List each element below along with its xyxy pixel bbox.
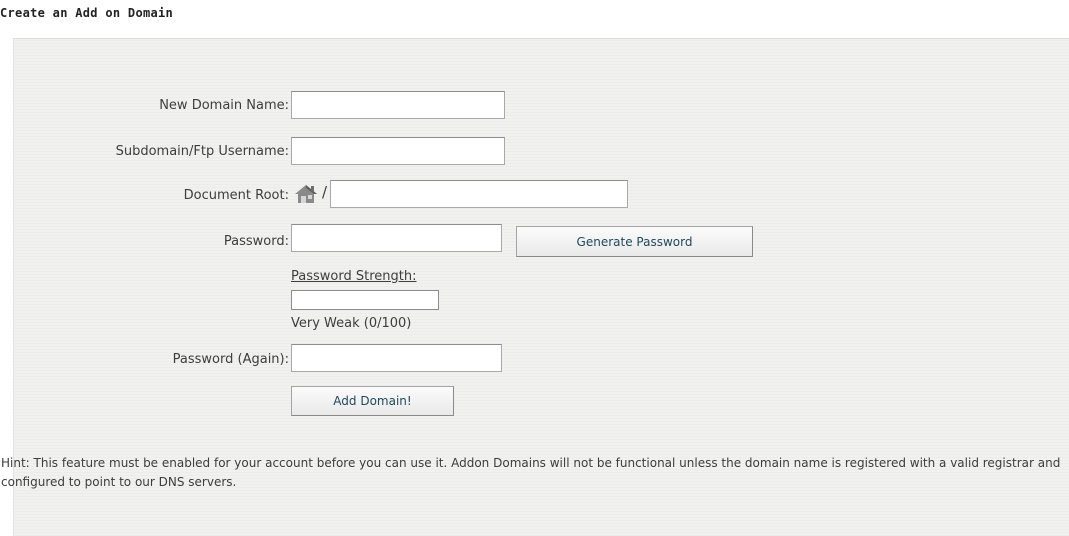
page-title: Create an Add on Domain	[0, 6, 174, 20]
password-strength-text: Very Weak (0/100)	[291, 316, 412, 331]
new-domain-input[interactable]	[291, 91, 505, 119]
password-strength-label: Password Strength:	[291, 269, 417, 284]
document-root-label: Document Root:	[183, 188, 289, 203]
password-strength-meter	[291, 290, 439, 310]
password-again-input[interactable]	[291, 344, 502, 372]
subdomain-input[interactable]	[291, 137, 505, 165]
hint-text: Hint: This feature must be enabled for y…	[1, 456, 1061, 489]
document-root-prefix: /	[322, 183, 328, 201]
document-root-input[interactable]	[330, 180, 628, 208]
new-domain-label: New Domain Name:	[159, 98, 289, 113]
password-label: Password:	[223, 234, 289, 249]
subdomain-label: Subdomain/Ftp Username:	[115, 144, 289, 159]
password-input[interactable]	[291, 224, 502, 252]
password-again-label: Password (Again):	[172, 352, 289, 367]
generate-password-button[interactable]: Generate Password	[516, 226, 753, 257]
add-domain-button[interactable]: Add Domain!	[291, 386, 454, 416]
home-icon	[295, 185, 317, 203]
